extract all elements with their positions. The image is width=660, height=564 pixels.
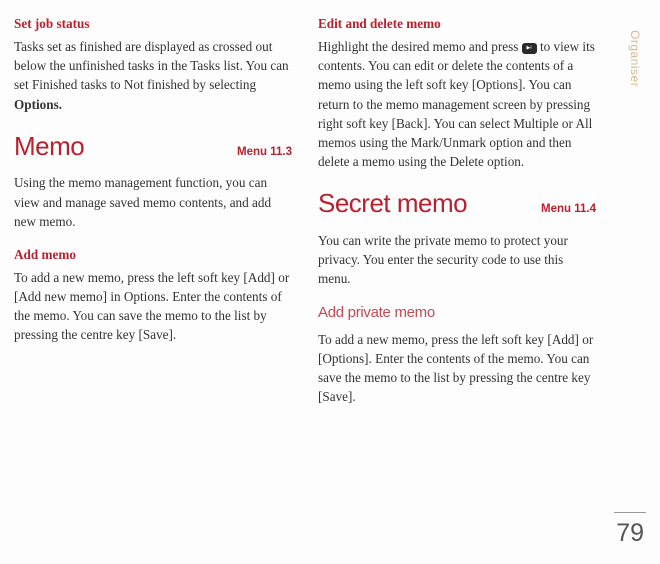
- right-column: Edit and delete memo Highlight the desir…: [318, 14, 596, 421]
- edit-delete-text-b: to view its contents. You can edit or de…: [318, 39, 595, 169]
- secret-memo-heading-row: Secret memo Menu 11.4: [318, 185, 596, 223]
- memo-title: Memo: [14, 128, 84, 166]
- set-job-status-body: Tasks set as finished are displayed as c…: [14, 37, 292, 114]
- add-private-memo-body: To add a new memo, press the left soft k…: [318, 330, 596, 407]
- add-memo-heading: Add memo: [14, 245, 292, 264]
- edit-delete-text-a: Highlight the desired memo and press: [318, 39, 522, 54]
- secret-memo-intro: You can write the private memo to protec…: [318, 231, 596, 288]
- edit-delete-body: Highlight the desired memo and press ▶ǁ …: [318, 37, 596, 171]
- page-content: Set job status Tasks set as finished are…: [0, 0, 660, 431]
- secret-memo-menu-label: Menu 11.4: [541, 201, 596, 218]
- secret-memo-title: Secret memo: [318, 185, 467, 223]
- memo-heading-row: Memo Menu 11.3: [14, 128, 292, 166]
- page-number: 79: [616, 519, 644, 548]
- add-private-memo-heading: Add private memo: [318, 302, 596, 324]
- memo-intro: Using the memo management function, you …: [14, 173, 292, 230]
- edit-delete-heading: Edit and delete memo: [318, 14, 596, 33]
- set-job-status-heading: Set job status: [14, 14, 292, 33]
- options-bold: Options.: [14, 97, 62, 112]
- add-memo-body: To add a new memo, press the left soft k…: [14, 268, 292, 345]
- section-side-tab: Organiser: [628, 30, 642, 87]
- left-column: Set job status Tasks set as finished are…: [14, 14, 292, 421]
- memo-menu-label: Menu 11.3: [237, 144, 292, 161]
- set-job-status-text: Tasks set as finished are displayed as c…: [14, 39, 289, 92]
- play-pause-key-icon: ▶ǁ: [522, 43, 537, 54]
